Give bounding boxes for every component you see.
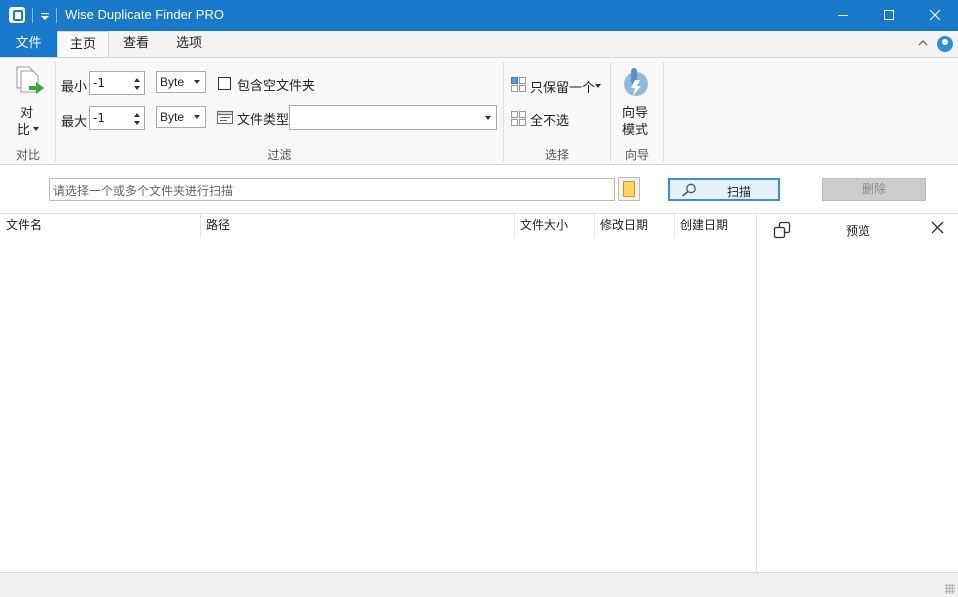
tab-options[interactable]: 选项 <box>163 31 215 57</box>
results-table: 文件名 路径 文件大小 修改日期 创建日期 <box>0 213 756 572</box>
keep-one-button[interactable]: 只保留一个 <box>509 73 605 97</box>
file-type-select[interactable] <box>289 105 497 130</box>
min-size-unit-value: Byte <box>160 75 185 89</box>
file-type-icon <box>217 111 233 124</box>
include-empty-folders-checkbox[interactable] <box>218 77 231 90</box>
select-group-label: 选择 <box>544 148 569 162</box>
preview-title: 预览 <box>846 224 871 238</box>
column-header-created-date[interactable]: 创建日期 <box>674 214 754 238</box>
chevron-down-icon <box>194 80 200 84</box>
filter-group-label: 过滤 <box>267 148 292 162</box>
min-size-label: 最小 <box>61 80 88 95</box>
titlebar-separator <box>56 8 57 23</box>
preview-detach-icon[interactable] <box>773 221 791 239</box>
wizard-mode-button[interactable]: 向导 模式 <box>614 64 659 140</box>
status-bar <box>0 572 958 597</box>
file-type-label: 文件类型 <box>237 113 290 128</box>
app-icon[interactable] <box>9 7 25 23</box>
scan-button-label: 扫描 <box>727 185 752 199</box>
browse-folder-button[interactable] <box>618 177 640 201</box>
chevron-down-icon <box>595 84 601 88</box>
preview-pane: 预览 <box>757 213 958 572</box>
user-help-icon[interactable] <box>937 36 953 52</box>
minimize-button[interactable] <box>820 0 866 31</box>
compare-files-icon <box>16 66 44 94</box>
maximize-button[interactable] <box>866 0 912 31</box>
compare-group-label: 对比 <box>15 148 40 162</box>
collapse-ribbon-chevron-up-icon[interactable] <box>918 39 928 46</box>
column-header-modified-date[interactable]: 修改日期 <box>594 214 674 238</box>
column-header-file-size[interactable]: 文件大小 <box>514 214 594 238</box>
titlebar-separator <box>32 8 33 23</box>
max-size-value: -1 <box>93 111 105 125</box>
scan-button[interactable]: 扫描 <box>668 178 780 201</box>
select-none-button[interactable]: 全不选 <box>509 107 579 131</box>
folder-icon <box>623 181 635 197</box>
ribbon-home-panel: 对 比 对比 最小 -1 Byte 最大 -1 Byte 包含空文件夹 文件类型… <box>0 57 958 165</box>
folder-path-input[interactable]: 请选择一个或多个文件夹进行扫描 <box>49 178 615 201</box>
min-size-unit-select[interactable]: Byte <box>156 71 206 93</box>
spin-up-icon[interactable] <box>134 113 140 117</box>
delete-button[interactable]: 删除 <box>822 178 926 201</box>
quick-access-chevron-down-icon[interactable] <box>40 10 50 22</box>
select-none-grid-icon <box>511 111 526 126</box>
min-size-value: -1 <box>93 76 105 90</box>
select-none-label: 全不选 <box>530 114 570 129</box>
maximize-icon <box>884 10 894 20</box>
resize-grip-icon[interactable] <box>945 584 955 594</box>
tab-home[interactable]: 主页 <box>57 31 109 58</box>
keep-one-label: 只保留一个 <box>530 81 596 96</box>
include-empty-folders-label: 包含空文件夹 <box>237 79 316 94</box>
column-header-file-name[interactable]: 文件名 <box>0 214 200 238</box>
min-size-spinner[interactable]: -1 <box>89 71 145 95</box>
max-size-unit-select[interactable]: Byte <box>156 106 206 128</box>
group-separator <box>663 62 664 162</box>
scan-toolbar: 请选择一个或多个文件夹进行扫描 扫描 删除 <box>0 166 958 213</box>
close-icon <box>929 9 941 21</box>
spin-down-icon[interactable] <box>134 121 140 125</box>
max-size-spinner[interactable]: -1 <box>89 106 145 130</box>
compare-button[interactable]: 对 比 <box>8 64 48 140</box>
wizard-label-line2: 模式 <box>622 123 649 138</box>
tab-file[interactable]: 文件 <box>0 31 57 57</box>
minimize-icon <box>838 15 848 16</box>
max-size-unit-value: Byte <box>160 110 185 124</box>
tab-view[interactable]: 查看 <box>111 31 161 57</box>
ribbon-tab-bar: 文件 主页 查看 选项 <box>0 31 958 58</box>
chevron-down-icon <box>194 115 200 119</box>
search-icon <box>681 183 696 197</box>
wizard-group-label: 向导 <box>624 148 649 162</box>
title-bar: Wise Duplicate Finder PRO <box>0 0 958 31</box>
table-header: 文件名 路径 文件大小 修改日期 创建日期 <box>0 214 756 238</box>
keep-one-grid-icon <box>511 77 526 92</box>
spin-up-icon[interactable] <box>134 78 140 82</box>
compare-dropdown-caret-icon <box>33 127 39 131</box>
close-icon[interactable] <box>931 221 944 234</box>
wizard-hand-icon <box>624 68 648 96</box>
window-title: Wise Duplicate Finder PRO <box>65 7 224 22</box>
close-button[interactable] <box>912 0 958 31</box>
max-size-label: 最大 <box>61 115 88 130</box>
chevron-down-icon <box>485 116 491 120</box>
column-header-path[interactable]: 路径 <box>200 214 514 238</box>
spin-down-icon[interactable] <box>134 86 140 90</box>
compare-label-line2: 比 <box>17 123 31 138</box>
